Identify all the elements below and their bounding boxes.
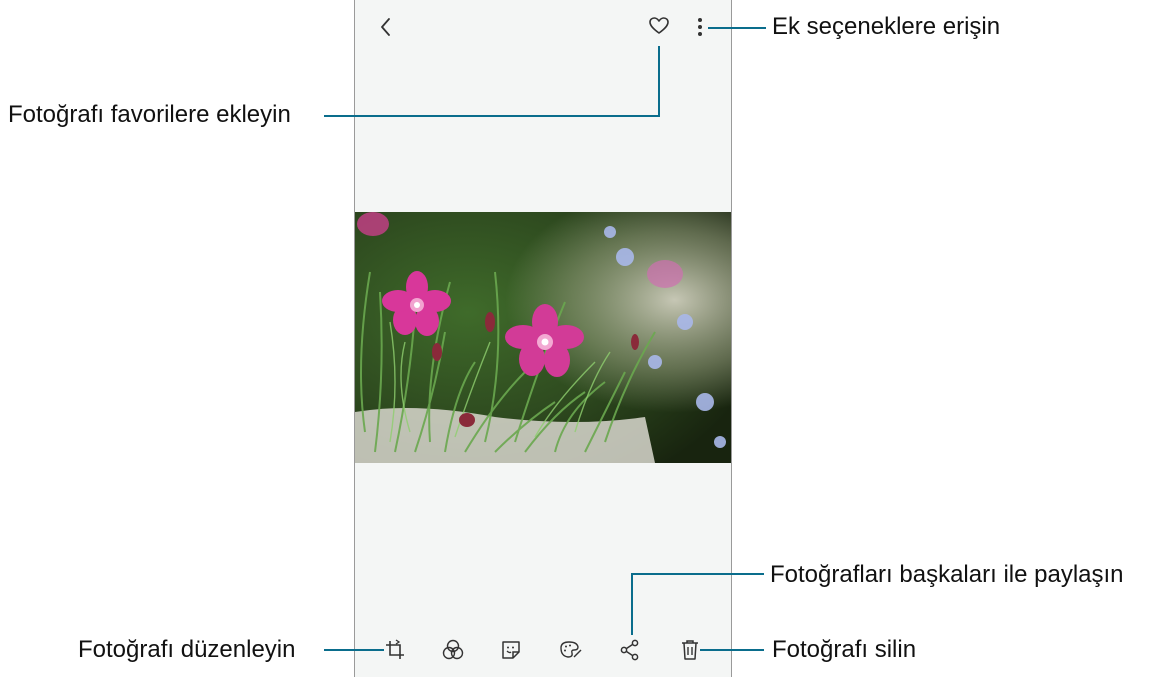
heart-icon[interactable]: [648, 16, 670, 36]
trash-icon[interactable]: [679, 638, 701, 662]
more-vertical-icon[interactable]: [695, 15, 705, 39]
gallery-screen: [354, 0, 732, 677]
callout-edit: Fotoğrafı düzenleyin: [78, 636, 296, 663]
share-icon[interactable]: [619, 638, 641, 662]
bottom-toolbar: [355, 628, 731, 668]
callout-line-edit: [324, 649, 384, 651]
callout-line-share-horizontal: [631, 573, 764, 575]
filter-icon[interactable]: [441, 638, 465, 662]
callout-line-share-vertical: [631, 573, 633, 635]
callout-line-delete: [700, 649, 764, 651]
back-icon[interactable]: [377, 16, 395, 38]
crop-icon[interactable]: [383, 638, 407, 662]
callout-line-favorite-vertical: [658, 46, 660, 117]
callout-more-options: Ek seçeneklere erişin: [772, 13, 1001, 40]
photo-flowers: [355, 212, 731, 463]
callout-delete: Fotoğrafı silin: [772, 636, 917, 663]
callout-share: Fotoğrafları başkaları ile paylaşın: [770, 561, 1124, 588]
callout-line-favorite-horizontal: [324, 115, 660, 117]
callout-line-more-options: [708, 27, 766, 29]
sticker-icon[interactable]: [499, 638, 523, 662]
callout-favorite: Fotoğrafı favorilere ekleyin: [8, 101, 291, 128]
top-bar: [355, 0, 731, 56]
palette-icon[interactable]: [557, 638, 583, 662]
